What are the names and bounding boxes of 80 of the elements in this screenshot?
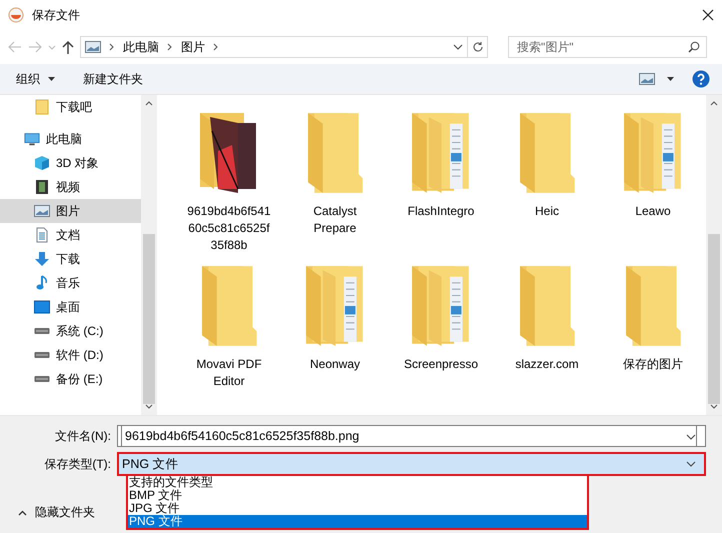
folder-icon	[306, 111, 364, 195]
desktop-icon	[34, 300, 50, 314]
scroll-down-icon	[710, 404, 718, 409]
folder-icon	[518, 111, 576, 195]
folder-icon	[518, 264, 576, 348]
hide-folders-button[interactable]: 隐藏文件夹	[14, 502, 99, 523]
scroll-up-icon	[145, 101, 153, 106]
scrollbar[interactable]	[141, 95, 157, 415]
refresh-icon	[472, 41, 484, 53]
sidebar-item[interactable]: 系统 (C:)	[0, 319, 141, 343]
close-icon[interactable]	[702, 9, 714, 21]
sidebar-item[interactable]: 软件 (D:)	[0, 343, 141, 367]
dropdown-option[interactable]: PNG 文件	[128, 515, 587, 528]
cube-icon	[34, 155, 50, 171]
folder-name[interactable]: Screenpresso	[397, 356, 485, 373]
dropdown-option[interactable]: 支持的文件类型	[128, 476, 587, 489]
scroll-down-icon	[145, 404, 153, 409]
address-bar[interactable]: 此电脑 图片	[80, 36, 468, 58]
down-arrow-icon	[34, 251, 50, 267]
picture-icon	[34, 205, 50, 217]
sidebar-item[interactable]: 视频	[0, 175, 141, 199]
folder-name[interactable]: FlashIntegro	[397, 203, 485, 220]
app-icon	[8, 7, 24, 23]
dropdown-option[interactable]: JPG 文件	[128, 502, 587, 515]
chevron-right-icon	[109, 43, 115, 51]
folder-name[interactable]: Heic	[503, 203, 591, 220]
folder-name[interactable]: 保存的图片	[609, 356, 697, 373]
sidebar-item[interactable]: 下载	[0, 247, 141, 271]
window-title: 保存文件	[32, 6, 81, 24]
breadcrumb-item[interactable]: 图片	[181, 38, 205, 56]
drive-icon	[34, 351, 50, 359]
file-type-dropdown[interactable]: PNG 文件	[117, 452, 706, 476]
drive-icon	[34, 327, 50, 335]
folder-icon	[200, 264, 258, 348]
sidebar-item[interactable]: 图片	[0, 199, 141, 223]
organize-menu-button[interactable]: 组织	[10, 66, 61, 92]
sidebar-item[interactable]: 备份 (E:)	[0, 367, 141, 391]
scrollbar[interactable]	[706, 95, 722, 415]
folder-icon	[624, 264, 682, 348]
field-label: 保存类型(T):	[43, 456, 112, 472]
document-icon	[34, 227, 50, 243]
folder-name[interactable]: slazzer.com	[503, 356, 591, 373]
chevron-down-icon	[453, 44, 463, 50]
monitor-icon	[24, 132, 40, 146]
picture-icon	[85, 41, 101, 53]
scroll-up-icon	[710, 101, 718, 106]
folder-name[interactable]: Movavi PDF Editor	[185, 356, 273, 390]
file-name-field[interactable]: 9619bd4b6f54160c5c81c6525f35f88b.png	[121, 425, 697, 447]
folder-name[interactable]: Leawo	[609, 203, 697, 220]
breadcrumb-item[interactable]: 此电脑	[123, 38, 159, 56]
refresh-button[interactable]	[468, 36, 488, 58]
film-icon	[34, 179, 50, 195]
sidebar-item[interactable]: 文档	[0, 223, 141, 247]
sidebar-item[interactable]: 桌面	[0, 295, 141, 319]
folder-name[interactable]: Neonway	[291, 356, 379, 373]
sidebar-item[interactable]: 此电脑	[0, 127, 141, 151]
toolbar-button[interactable]: 新建文件夹	[77, 66, 149, 92]
sidebar-item[interactable]: 3D 对象	[0, 151, 141, 175]
view-options-button[interactable]	[637, 71, 676, 87]
chevron-right-icon	[167, 43, 173, 51]
search-field[interactable]: 搜索"图片"	[508, 36, 707, 58]
sidebar-item[interactable]: 下载吧	[0, 95, 141, 119]
chevron-right-icon	[213, 43, 219, 51]
picture-icon	[639, 73, 655, 85]
help-icon[interactable]	[692, 70, 710, 88]
sidebar-item[interactable]: 音乐	[0, 271, 141, 295]
chevron-down-icon	[686, 434, 696, 440]
dropdown-option[interactable]: BMP 文件	[128, 489, 587, 502]
search-icon	[688, 41, 700, 53]
music-note-icon	[34, 275, 50, 291]
folder-name[interactable]: 9619bd4b6f54160c5c81c6525f35f88b	[185, 203, 273, 254]
folder-name[interactable]: Catalyst Prepare	[291, 203, 379, 237]
folder-icon	[34, 99, 50, 115]
drive-icon	[34, 375, 50, 383]
chevron-up-icon	[18, 510, 27, 516]
chevron-down-icon	[686, 461, 696, 467]
field-label: 文件名(N):	[54, 428, 112, 444]
up-arrow-icon[interactable]	[62, 40, 74, 54]
caret-icon	[667, 77, 674, 81]
caret-icon	[48, 77, 55, 81]
